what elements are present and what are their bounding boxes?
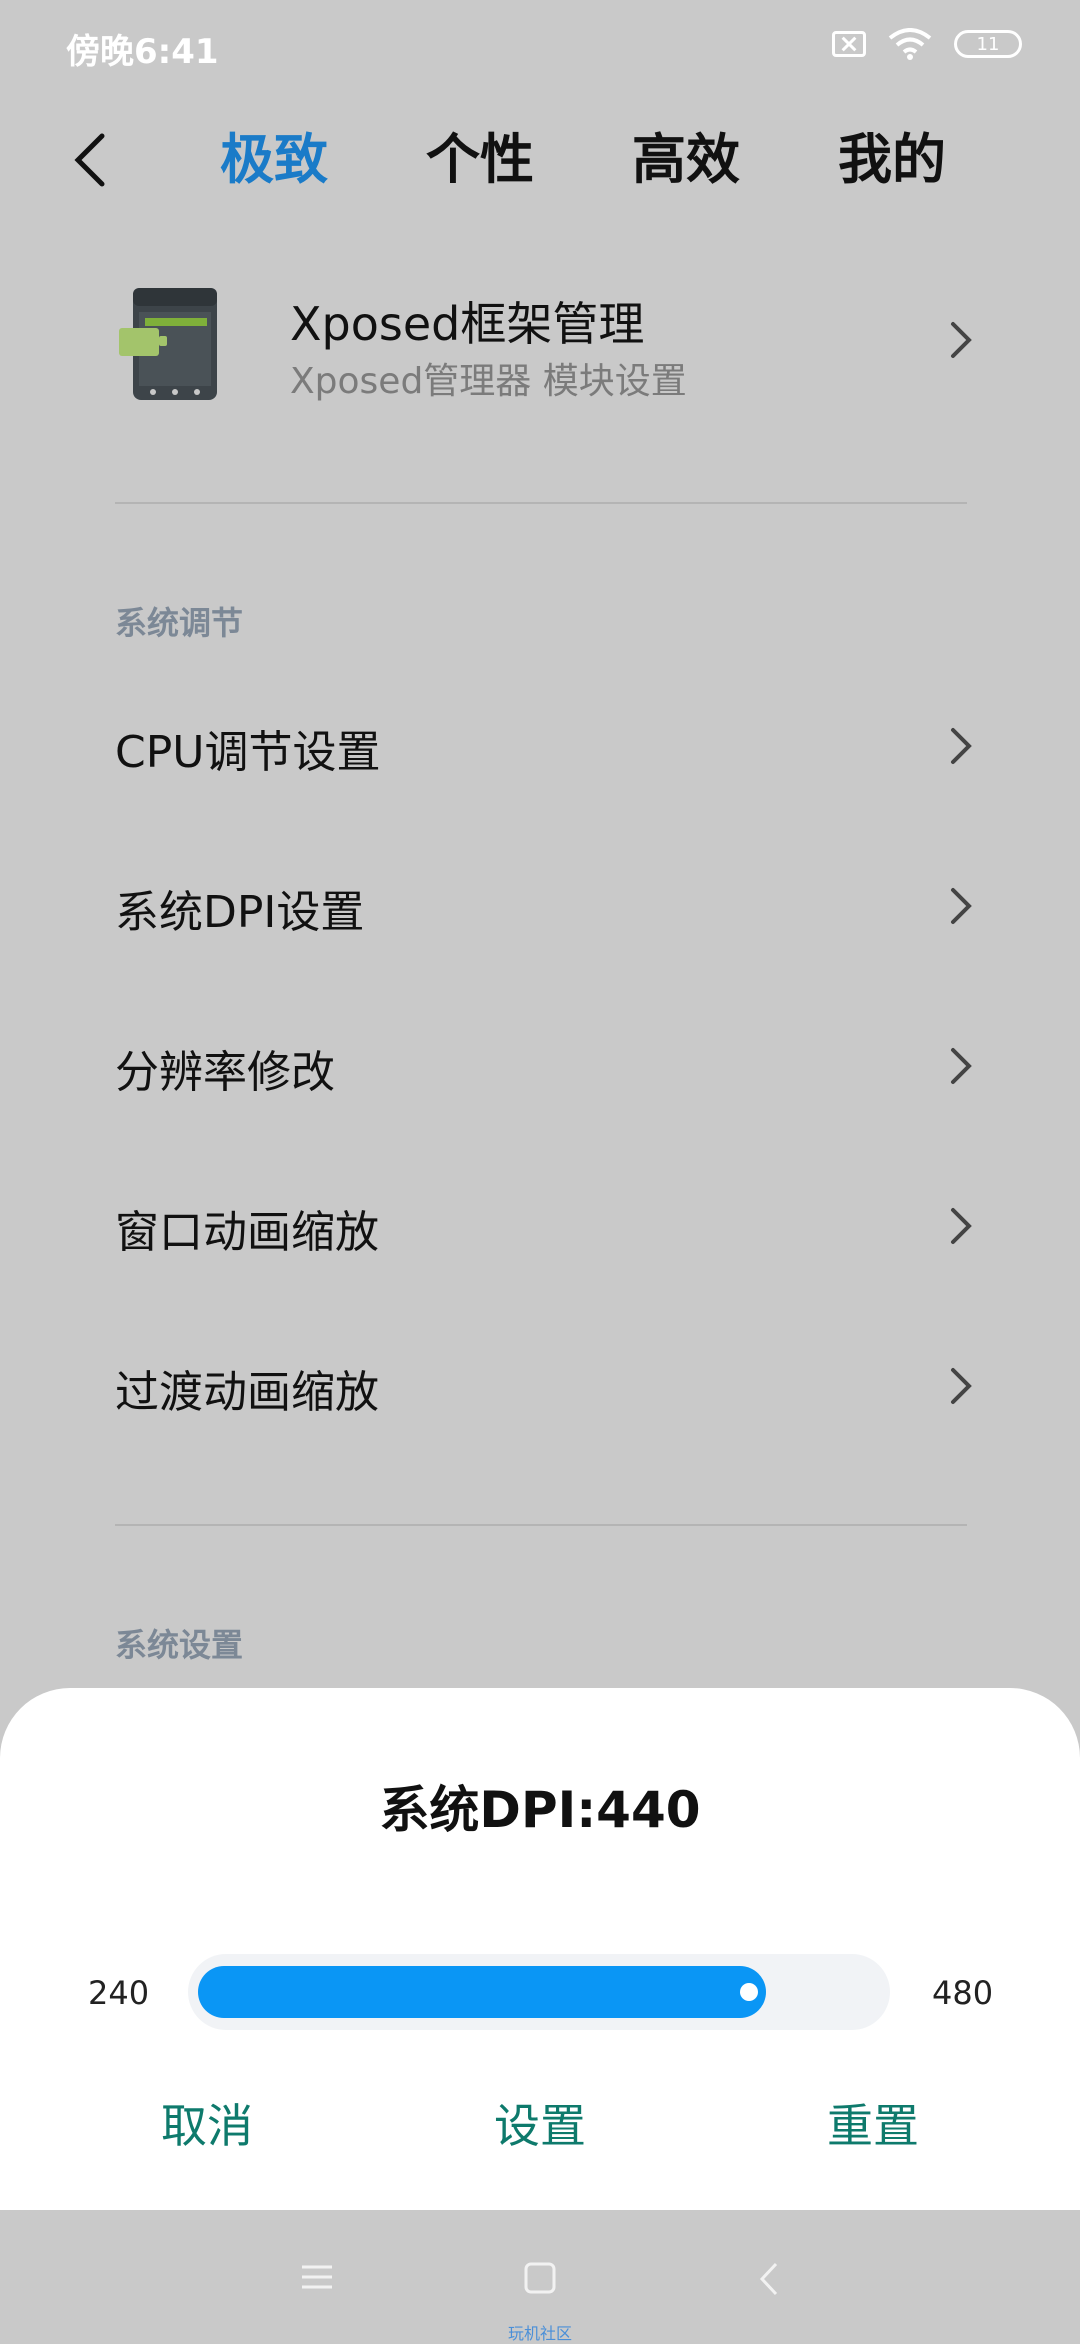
back-nav-icon[interactable] [758,2262,780,2300]
list-item-label: 系统DPI设置 [115,887,365,938]
dpi-slider[interactable] [188,1954,890,2030]
nav-tabs: 极致 个性 高效 我的 [220,120,1044,200]
section-header-system-settings: 系统设置 [115,1626,244,1664]
set-button[interactable]: 设置 [440,2090,640,2156]
chevron-right-icon [947,1366,975,1406]
section-header-system-adjust: 系统调节 [115,604,244,642]
dialog-title: 系统DPI:440 [379,1781,701,1839]
status-bar: 傍晚6:41 11 [0,0,1080,96]
list-item-label: 分辨率修改 [115,1047,335,1098]
back-button[interactable] [66,130,116,190]
divider [115,502,967,504]
battery-icon: 11 [954,30,1022,58]
list-item-dpi-settings[interactable]: 系统DPI设置 [115,848,975,968]
slider-thumb[interactable] [740,1983,758,2001]
chevron-right-icon [947,320,975,360]
status-time: 傍晚6:41 [66,32,219,72]
slider-max-label: 480 [932,1974,994,2012]
list-item-transition-animation[interactable]: 过渡动画缩放 [115,1328,975,1448]
xposed-title: Xposed框架管理 [290,297,645,351]
list-item-cpu-settings[interactable]: CPU调节设置 [115,688,975,808]
tab-jizhi[interactable]: 极致 [220,120,426,200]
home-icon[interactable] [524,2262,556,2298]
menu-icon[interactable] [302,2262,332,2296]
chevron-right-icon [947,726,975,766]
slider-min-label: 240 [88,1974,150,2012]
no-sim-icon [832,31,866,57]
cancel-button[interactable]: 取消 [107,2090,307,2156]
system-nav-bar: 玩机社区 [0,2210,1080,2343]
xposed-app-icon [115,280,225,410]
wifi-icon [888,28,932,60]
chevron-right-icon [947,1046,975,1086]
watermark: 玩机社区 [507,2324,572,2343]
list-item-window-animation[interactable]: 窗口动画缩放 [115,1168,975,1288]
list-item-resolution[interactable]: 分辨率修改 [115,1008,975,1128]
slider-fill [198,1966,766,2018]
list-item-label: CPU调节设置 [115,727,381,778]
chevron-right-icon [947,1206,975,1246]
list-item-label: 过渡动画缩放 [115,1367,379,1418]
status-icons: 11 [832,28,1022,60]
list-item-label: 窗口动画缩放 [115,1207,379,1258]
xposed-subtitle: Xposed管理器 模块设置 [290,361,687,402]
tab-gexing[interactable]: 个性 [426,120,632,200]
chevron-right-icon [947,886,975,926]
reset-button[interactable]: 重置 [773,2090,973,2156]
dpi-dialog: 系统DPI:440 240 480 取消 设置 重置 [0,1688,1080,2210]
top-nav: 极致 个性 高效 我的 [0,110,1080,210]
tab-gaoxiao[interactable]: 高效 [632,120,838,200]
tab-wode[interactable]: 我的 [838,120,1044,200]
xposed-manager-item[interactable]: Xposed框架管理 Xposed管理器 模块设置 [115,270,975,420]
divider [115,1524,967,1526]
back-arrow-icon [74,133,105,187]
